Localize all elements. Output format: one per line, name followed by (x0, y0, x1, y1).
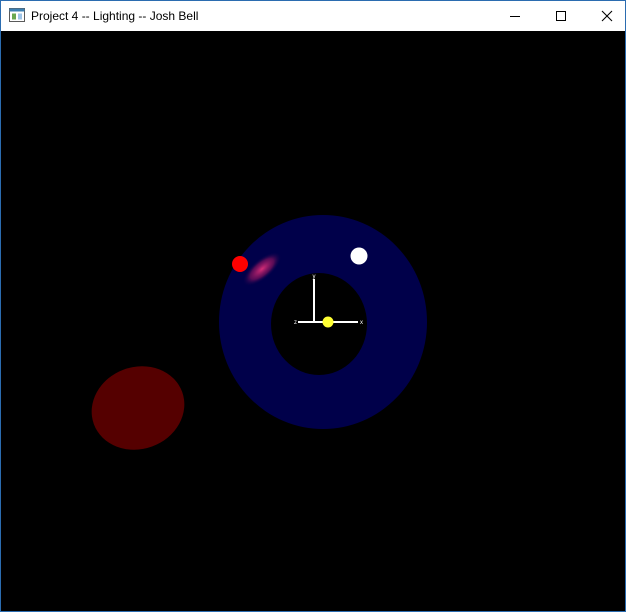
red-sphere (91, 366, 185, 450)
app-window: Project 4 -- Lighting -- Josh Bell y x z (0, 0, 626, 612)
title-bar[interactable]: Project 4 -- Lighting -- Josh Bell (1, 1, 625, 31)
close-icon (601, 10, 613, 22)
minimize-icon (510, 16, 520, 17)
axis-x-label: x (360, 320, 363, 326)
opengl-viewport[interactable]: y x z (1, 31, 625, 611)
axis-z-label: z (294, 320, 297, 326)
maximize-button[interactable] (538, 1, 584, 31)
maximize-icon (556, 11, 566, 21)
minimize-button[interactable] (492, 1, 538, 31)
red-light (232, 256, 248, 272)
app-window-icon (9, 8, 25, 22)
window-title: Project 4 -- Lighting -- Josh Bell (31, 9, 199, 23)
yellow-light (322, 316, 334, 328)
axis-y-label: y (313, 274, 316, 280)
white-light (350, 247, 368, 265)
close-button[interactable] (584, 1, 626, 31)
scene-canvas: y x z (91, 215, 427, 450)
